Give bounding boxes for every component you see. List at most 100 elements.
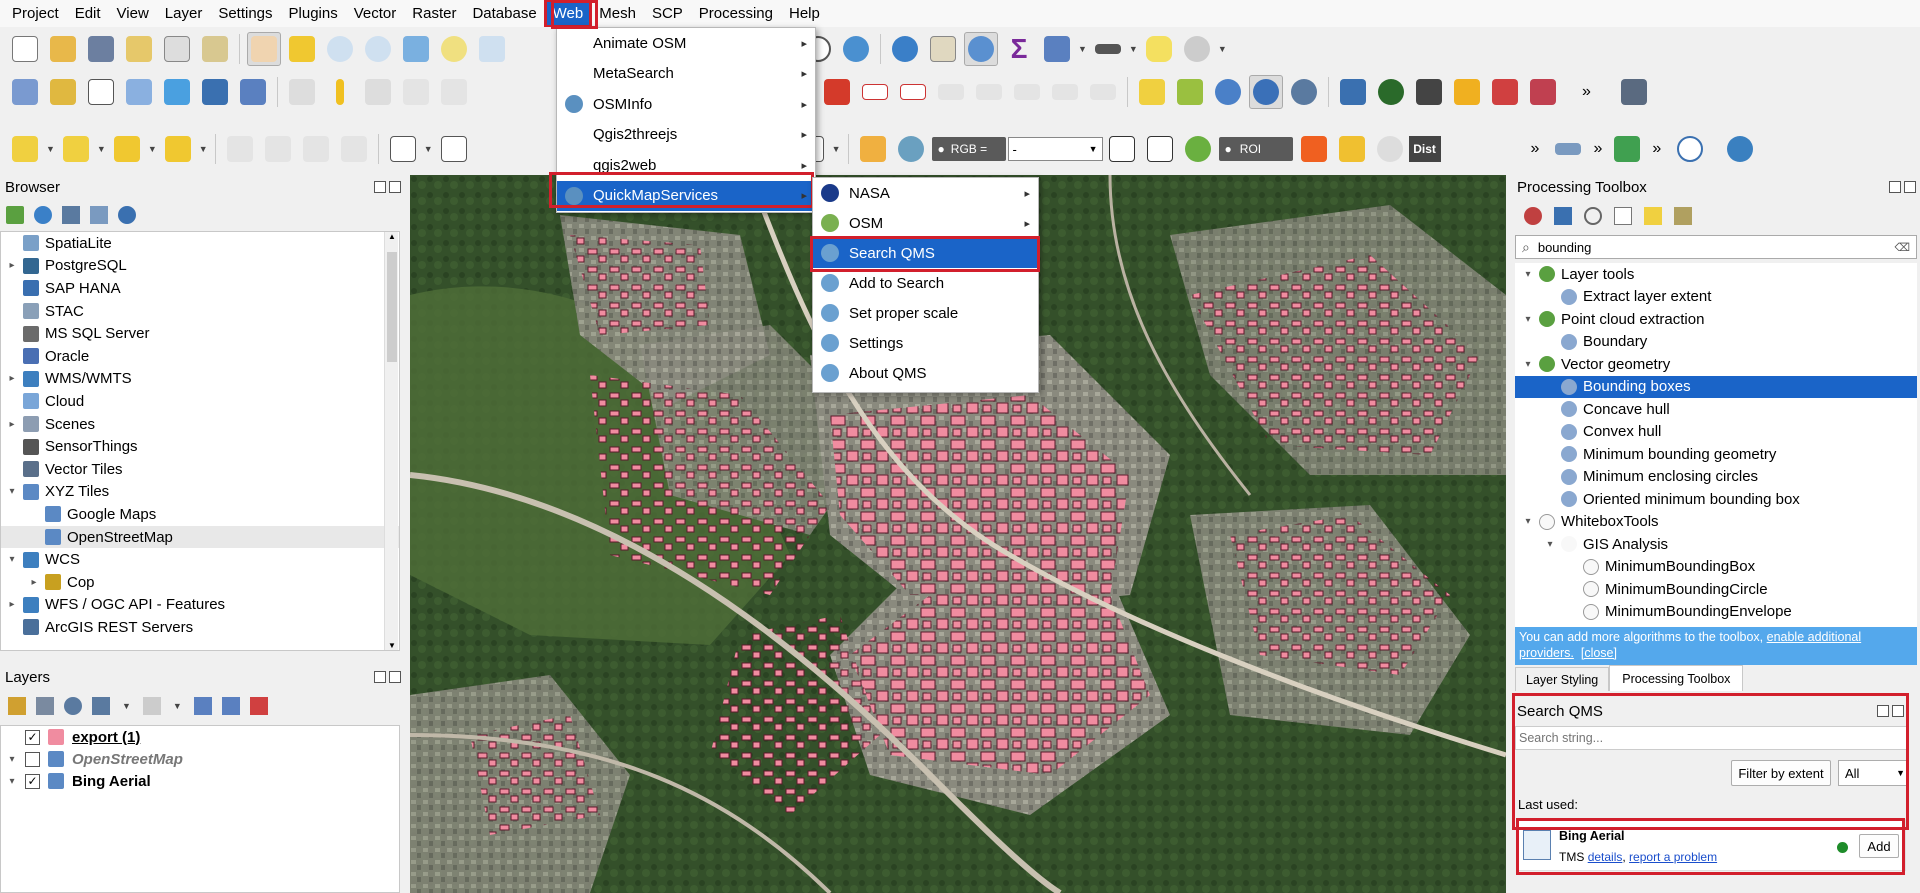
browser-item[interactable]: Cloud [1,390,399,413]
qms-result-item[interactable]: Bing Aerial TMS details, report a proble… [1516,819,1906,871]
zoom-full-icon[interactable] [399,32,433,66]
clock-plugin-icon[interactable] [1723,132,1757,166]
expander-icon[interactable]: ▾ [5,754,19,765]
dropdown-arrow-icon[interactable]: ▼ [199,144,208,154]
pan-map-icon[interactable] [247,31,281,66]
add-mesh-icon[interactable] [198,75,232,109]
browser-item[interactable]: ▸ Scenes [1,413,399,436]
expander-icon[interactable]: ▾ [5,486,19,497]
expander-icon[interactable]: ▾ [5,776,19,787]
providers-link[interactable]: providers. [1519,646,1574,660]
save-as-icon[interactable] [122,32,156,66]
toolbox-item[interactable]: ▾ Point cloud extraction [1515,308,1917,331]
expander-icon[interactable]: ▾ [1521,314,1535,325]
qms-menu-item-add-to-search[interactable]: Add to Search [813,268,1038,298]
collapse-all-icon[interactable] [90,206,108,224]
qms-search-input[interactable] [1515,726,1907,750]
more-tools-icon[interactable]: » [1593,140,1602,158]
browser-item[interactable]: Vector Tiles [1,458,399,481]
help-icon[interactable] [1617,75,1651,109]
open-project-icon[interactable] [46,32,80,66]
pan-to-selection-icon[interactable] [285,32,319,66]
toolbox-item[interactable]: ▾ GIS Analysis [1515,533,1917,556]
menu-edit[interactable]: Edit [67,0,109,27]
more-tools-icon[interactable]: » [1531,140,1540,158]
options-icon[interactable] [1674,207,1692,225]
qms-menu-item-search-qms[interactable]: Search QMS [813,238,1038,268]
menu-plugins[interactable]: Plugins [281,0,346,27]
browser-item[interactable]: ▸ WMS/WMTS [1,368,399,391]
style-manager-icon[interactable] [8,697,26,715]
menu-database[interactable]: Database [464,0,544,27]
python-script-icon[interactable] [1554,207,1572,225]
rgb-combobox[interactable]: - ▼ [1007,137,1103,161]
zoom-in-icon[interactable] [323,32,357,66]
report-problem-link[interactable]: report a problem [1629,850,1717,864]
green-search-icon[interactable] [1610,132,1644,166]
field-calculator-icon[interactable] [1040,32,1074,66]
scroll-thumb[interactable] [387,252,397,362]
zoom-selection-icon[interactable] [437,32,471,66]
layout-manager-icon[interactable] [198,32,232,66]
clear-search-icon[interactable]: ⌫ [1894,241,1910,254]
select-attribute-icon[interactable] [59,132,93,166]
close-banner-link[interactable]: [close] [1581,646,1617,660]
globe-search-icon[interactable] [1211,75,1245,109]
expander-icon[interactable]: ▸ [27,577,41,588]
close-panel-icon[interactable] [389,671,401,683]
filter-select[interactable]: All ▼ [1838,760,1908,786]
new-layer-icon[interactable] [46,75,80,109]
menu-settings[interactable]: Settings [210,0,280,27]
remove-layer-icon[interactable] [249,697,268,715]
diagram-icon[interactable] [820,75,854,109]
scp-add-icon[interactable] [1335,132,1369,166]
data-source-manager-icon[interactable] [8,75,42,109]
annotation-pointer-icon[interactable] [437,132,471,166]
map-tips-icon[interactable] [1142,32,1176,66]
web-menu-item-osminfo[interactable]: OSMInfo ▸ [557,89,815,120]
dropdown-arrow-icon[interactable]: ▼ [1218,44,1227,54]
browser-scrollbar[interactable]: ▲ ▼ [384,232,398,650]
scp-band-set-icon[interactable] [856,132,890,166]
expander-icon[interactable]: ▾ [1521,516,1535,527]
show-labels-icon[interactable] [896,75,930,109]
menu-project[interactable]: Project [4,0,67,27]
triangle-tool-icon[interactable] [1173,75,1207,109]
pin-label-icon[interactable] [858,75,892,109]
menu-layer[interactable]: Layer [157,0,211,27]
scroll-up-icon[interactable]: ▲ [388,232,396,241]
tab-processing-toolbox[interactable]: Processing Toolbox [1609,665,1744,691]
models-icon[interactable] [1524,207,1542,225]
qgis-plugin-icon[interactable] [1450,75,1484,109]
expander-icon[interactable]: ▸ [5,260,19,271]
add-raster-icon[interactable] [160,75,194,109]
enable-providers-link[interactable]: enable additional [1767,630,1862,644]
qms-menu-item-set-proper-scale[interactable]: Set proper scale [813,298,1038,328]
scroll-down-icon[interactable]: ▼ [388,641,396,650]
dropdown-arrow-icon[interactable]: ▼ [122,701,131,711]
add-layer-icon[interactable] [6,206,24,224]
menu-mesh[interactable]: Mesh [591,0,644,27]
browser-item[interactable]: STAC [1,300,399,323]
web-menu-item-qgis2web[interactable]: qgis2web ▸ [557,150,815,181]
expand-all-icon[interactable] [193,697,212,715]
measure-icon[interactable] [1091,32,1125,66]
toolbox-item[interactable]: ▾ WhiteboxTools [1515,511,1917,534]
dropdown-arrow-icon[interactable]: ▼ [424,144,433,154]
qms-menu-item-settings[interactable]: Settings [813,328,1038,358]
visibility-icon[interactable] [64,697,82,715]
collapse-all-icon[interactable] [221,697,240,715]
dropdown-arrow-icon[interactable]: ▼ [148,144,157,154]
save-project-icon[interactable] [84,32,118,66]
web-menu-item-quickmapservices[interactable]: QuickMapServices ▸ [557,180,815,211]
expander-icon[interactable]: ▾ [1521,359,1535,370]
browser-item[interactable]: Google Maps [1,503,399,526]
details-link[interactable]: details [1588,850,1623,864]
toolbox-item[interactable]: MinimumBoundingEnvelope [1515,601,1917,624]
toolbox-item[interactable]: Convex hull [1515,421,1917,444]
toggle-editing-icon[interactable] [323,75,357,109]
tab-layer-styling[interactable]: Layer Styling [1515,667,1610,691]
layer-item[interactable]: ✓ export (1) [1,726,399,748]
browser-item[interactable]: ▸ PostgreSQL [1,255,399,278]
qms-menu-item-osm[interactable]: OSM ▸ [813,208,1038,238]
